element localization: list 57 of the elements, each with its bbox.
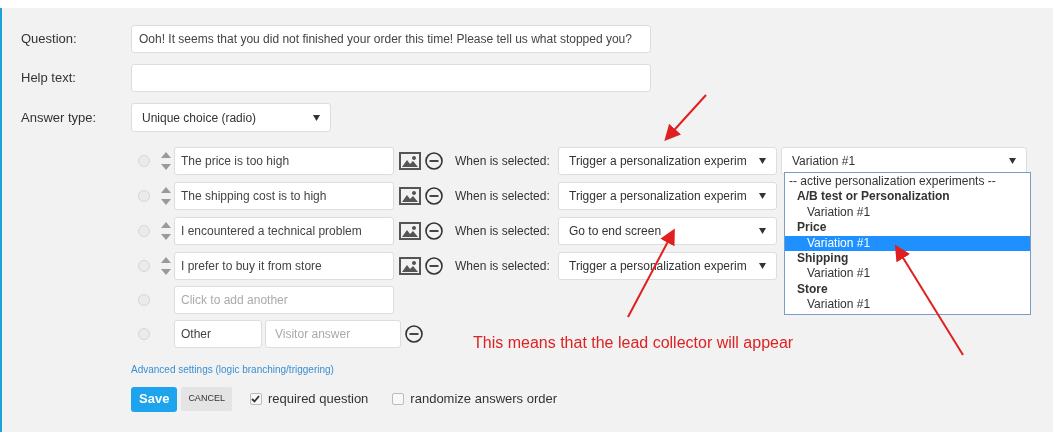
image-icon[interactable] (399, 186, 421, 205)
dropdown-option[interactable]: A/B test or Personalization (785, 189, 1030, 205)
answer-field[interactable]: I prefer to buy it from store (174, 251, 394, 280)
image-icon[interactable] (399, 151, 421, 170)
checkbox-label: required question (267, 390, 369, 409)
caret-icon (759, 262, 766, 269)
radio-button[interactable] (138, 154, 150, 167)
radio-button[interactable] (138, 328, 150, 340)
caret-icon (759, 227, 766, 234)
answer-type-select[interactable]: Unique choice (radio) (131, 103, 331, 132)
dropdown-option[interactable]: Shipping (785, 250, 1030, 267)
remove-icon[interactable] (425, 151, 443, 170)
dropdown-option[interactable]: Price (785, 220, 1030, 236)
radio-button[interactable] (138, 294, 150, 306)
radio-button[interactable] (138, 259, 150, 272)
image-icon[interactable] (399, 221, 421, 240)
add-answer-field[interactable]: Click to add another (174, 286, 394, 314)
caret-icon (759, 157, 766, 164)
caret-icon (1009, 157, 1016, 164)
checkbox[interactable] (392, 393, 405, 405)
field-label: Question: (21, 30, 78, 49)
annotation-note: This means that the lead collector will appear (473, 333, 794, 353)
other-field[interactable]: Other (174, 320, 262, 348)
action-select[interactable]: Trigger a personalization experim (558, 146, 777, 175)
answer-field[interactable]: I encountered a technical problem (174, 216, 394, 245)
answer-field[interactable]: The price is too high (174, 146, 394, 175)
cancel-button[interactable]: CANCEL (181, 387, 232, 411)
field-label: Answer type: (21, 108, 98, 127)
radio-button[interactable] (138, 189, 150, 202)
visitor-answer-field[interactable]: Visitor answer (265, 320, 401, 348)
dropdown-option[interactable]: Variation #1 (785, 297, 1030, 313)
field-label: Help text: (21, 69, 77, 88)
radio-button[interactable] (138, 224, 150, 237)
variation-select[interactable]: Variation #1 (781, 146, 1027, 175)
when-label: When is selected: (455, 257, 551, 275)
action-select[interactable]: Go to end screen (558, 216, 777, 245)
caret-icon (759, 192, 766, 199)
checkbox-label: randomize answers order (410, 390, 558, 409)
dropdown-option[interactable]: Variation #1 (785, 204, 1030, 221)
remove-icon[interactable] (425, 256, 443, 275)
dropdown-option[interactable]: -- active personalization experiments -- (785, 174, 1030, 190)
action-select[interactable]: Trigger a personalization experim (558, 181, 777, 210)
remove-icon[interactable] (405, 325, 423, 343)
annotation-arrow (664, 94, 707, 141)
remove-icon[interactable] (425, 221, 443, 240)
caret-icon (313, 114, 320, 121)
when-label: When is selected: (455, 222, 551, 240)
checkbox[interactable] (249, 393, 262, 405)
text-field[interactable] (131, 64, 651, 92)
dropdown-option[interactable]: Variation #1 (785, 266, 1030, 282)
remove-icon[interactable] (425, 186, 443, 205)
image-icon[interactable] (399, 256, 421, 275)
text-field[interactable]: Ooh! It seems that you did not finished your order this time! Please tell us what stopped you? (131, 25, 651, 53)
when-label: When is selected: (455, 187, 551, 205)
dropdown-option[interactable]: Store (785, 281, 1030, 298)
when-label: When is selected: (455, 152, 551, 170)
answer-field[interactable]: The shipping cost is to high (174, 181, 394, 210)
